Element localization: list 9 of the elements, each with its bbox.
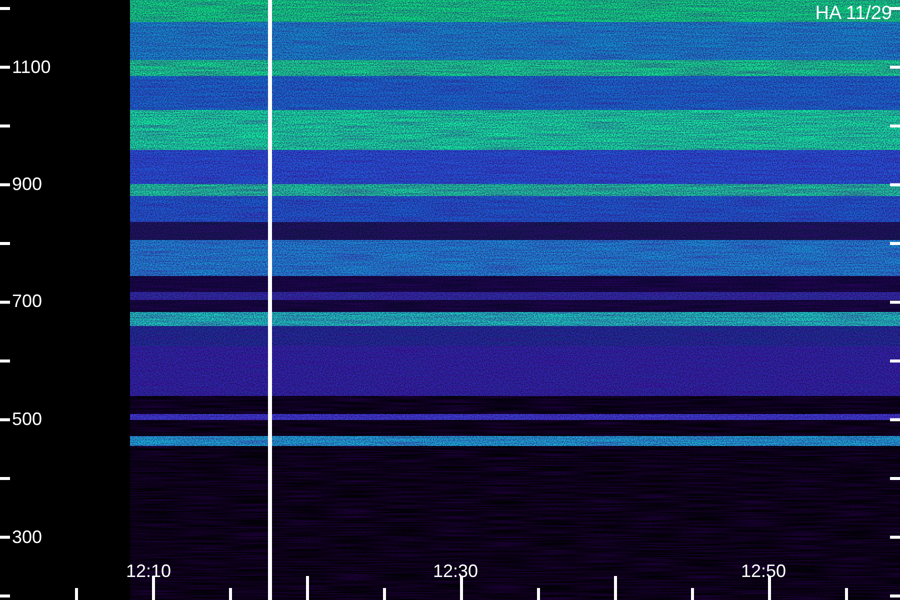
x-axis-label: 12:50 (741, 562, 786, 580)
y-axis-label: 500 (12, 410, 42, 428)
x-axis-label: 12:30 (433, 562, 478, 580)
chart-title: HA 11/29 (815, 4, 892, 23)
y-axis-label: 300 (12, 528, 42, 546)
y-axis-label: 900 (12, 175, 42, 193)
x-axis-label: 12:10 (126, 562, 172, 580)
y-axis-label: 1100 (12, 58, 51, 76)
y-axis-label: 700 (12, 292, 42, 310)
